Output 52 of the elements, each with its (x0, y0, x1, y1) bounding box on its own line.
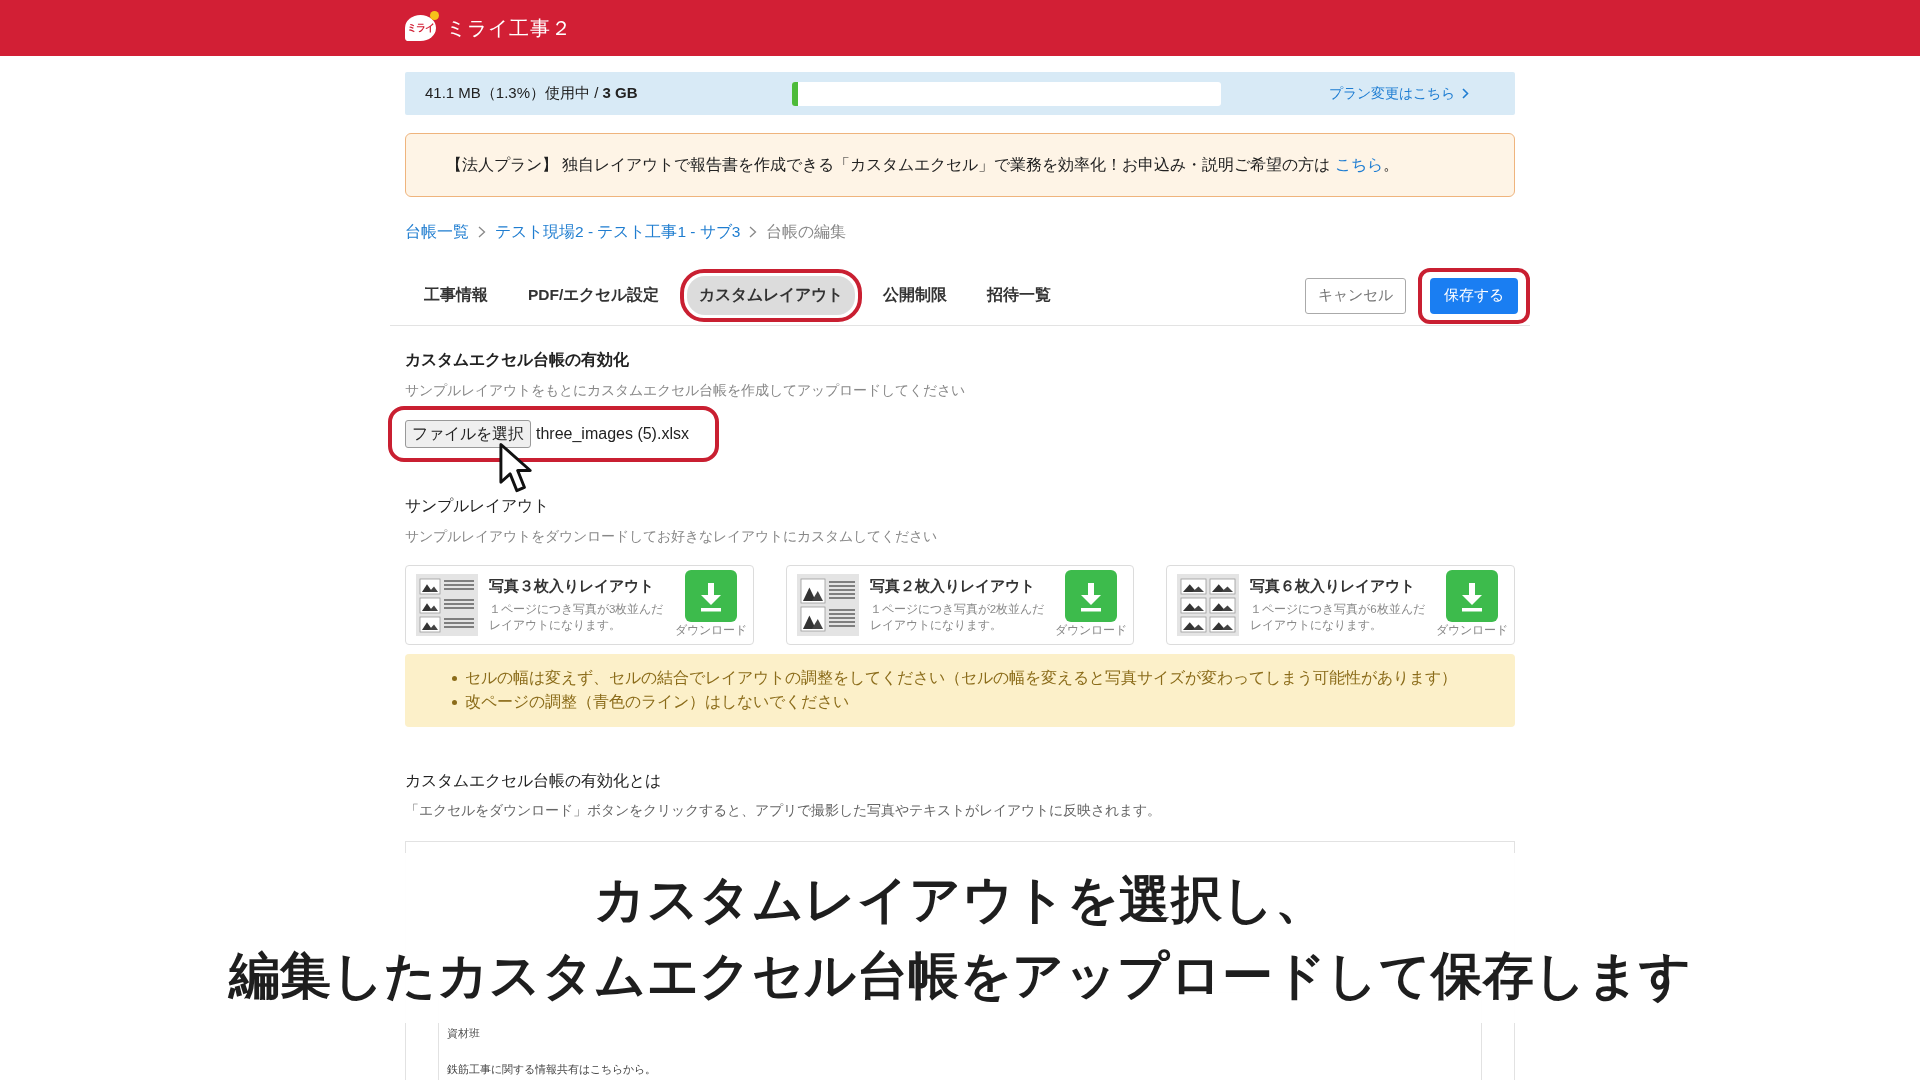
tab[interactable]: 招待一覧 (975, 276, 1064, 315)
photo-layout-icon (416, 574, 478, 636)
chevron-right-icon (1462, 88, 1469, 99)
tab[interactable]: 工事情報 (412, 276, 500, 315)
tip-text: セルの幅は変えず、セルの結合でレイアウトの調整をしてください（セルの幅を変えると写真サイズが変わってしまう可能性があります） (465, 667, 1457, 688)
photo-layout-icon (1177, 574, 1240, 636)
card-description: １ページにつき写真が3枚並んだレイアウトになります。 (489, 602, 665, 633)
storage-usage-text: 41.1 MB（1.3%）使用中 / 3 GB (425, 84, 639, 103)
tab[interactable]: PDF/エクセル設定 (516, 276, 672, 315)
logo-text: ミライ (407, 22, 434, 34)
app-title: ミライ工事２ (446, 15, 572, 41)
card-title: 写真３枚入りレイアウト (489, 577, 655, 596)
preview-text: 資材班 (447, 1026, 481, 1040)
plan-change-link[interactable]: プラン変更はこちら (1329, 84, 1469, 103)
chevron-right-icon (749, 226, 758, 238)
download-button[interactable]: ダウンロード (674, 570, 747, 637)
preview-text: 鉄筋工事に関する情報共有はこちらから。 (447, 1062, 657, 1076)
notice-link[interactable]: こちら (1335, 155, 1384, 173)
cancel-button[interactable]: キャンセル (1305, 277, 1406, 314)
photo-layout-icon (796, 574, 859, 636)
download-button[interactable]: ダウンロード (1436, 570, 1508, 637)
tip-text: 改ページの調整（青色のライン）はしないでください (465, 691, 849, 712)
download-icon (684, 570, 737, 622)
file-name-text: three_images (5).xlsx (536, 425, 689, 443)
breadcrumb-item[interactable]: テスト現場2 - テスト工事1 - サブ3 (495, 221, 741, 243)
breadcrumb-item[interactable]: 台帳一覧 (405, 221, 469, 243)
bullet-icon (452, 699, 457, 705)
tab[interactable]: カスタムレイアウト (687, 276, 856, 315)
breadcrumb-item: 台帳の編集 (766, 221, 847, 242)
chevron-right-icon (478, 226, 486, 238)
caption-text: 編集したカスタムエクセル台帳をアップロードして保存します (228, 946, 1692, 1006)
bullet-icon (452, 675, 457, 681)
section-title: カスタムエクセル台帳の有効化 (405, 350, 630, 370)
caption-text: カスタムレイアウトを選択し、 (594, 870, 1326, 930)
mouse-cursor-icon (498, 442, 534, 494)
section-title: カスタムエクセル台帳の有効化とは (405, 771, 662, 791)
download-button[interactable]: ダウンロード (1055, 570, 1128, 637)
card-description: １ページにつき写真が2枚並んだレイアウトになります。 (869, 602, 1046, 633)
section-description: 「エクセルをダウンロード」ボタンをクリックすると、アプリで撮影した写真やテキストがレイアウトに反映されます。 (405, 802, 1162, 820)
download-icon (1065, 570, 1118, 622)
card-description: １ページにつき写真が6枚並んだレイアウトになります。 (1250, 602, 1426, 633)
download-icon (1446, 570, 1498, 622)
section-title: サンプルレイアウト (405, 496, 550, 516)
section-description: サンプルレイアウトをもとにカスタムエクセル台帳を作成してアップロードしてください (405, 381, 966, 399)
save-button[interactable]: 保存する (1430, 277, 1518, 314)
card-title: 写真６枚入りレイアウト (1250, 577, 1417, 596)
logo-dot-icon (430, 11, 439, 20)
section-description: サンプルレイアウトをダウンロードしてお好きなレイアウトにカスタムしてください (405, 527, 938, 545)
card-title: 写真２枚入りレイアウト (869, 577, 1036, 596)
notice-text: 【法人プラン】 独自レイアウトで報告書を作成できる「カスタムエクセル」で業務を効率化！お申込み・説明ご希望の方は こちら。 (446, 154, 1400, 175)
tab[interactable]: 公開制限 (871, 276, 960, 315)
choose-file-button[interactable]: ファイルを選択 (405, 420, 531, 448)
